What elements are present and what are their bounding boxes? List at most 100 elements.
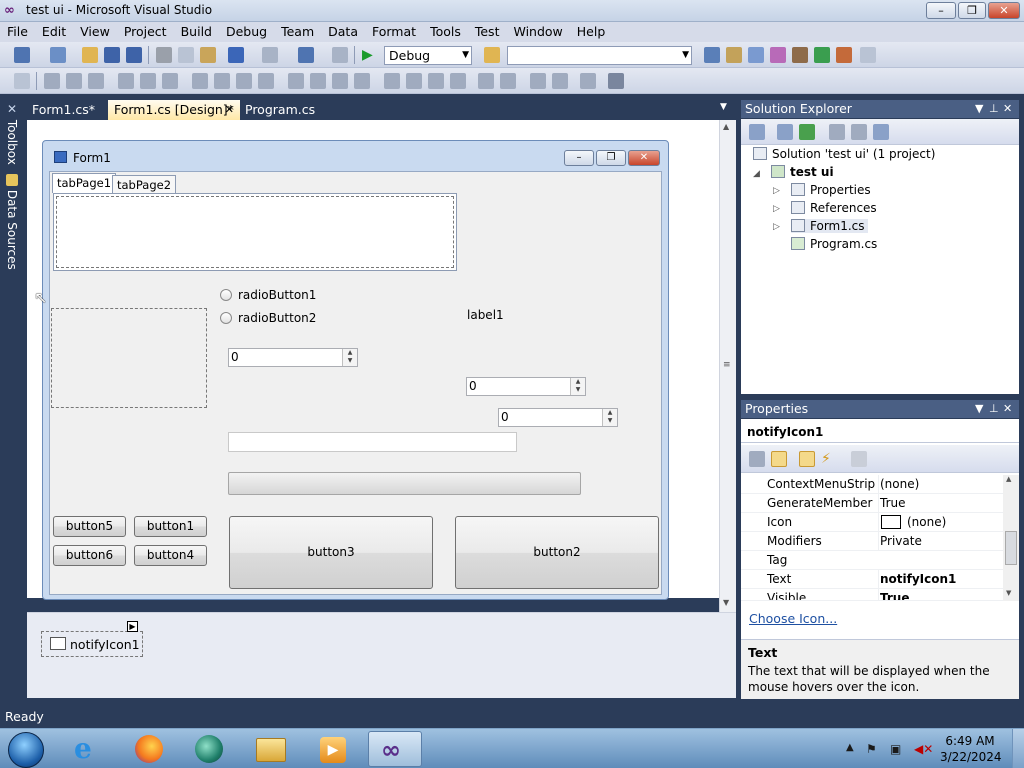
increase-vertical-spacing-icon[interactable] <box>406 73 422 89</box>
alphabetical-icon[interactable] <box>771 451 787 467</box>
find-in-files-icon[interactable] <box>484 47 500 63</box>
tree-collapsed-arrow-icon[interactable]: ▷ <box>773 204 780 214</box>
save-all-icon[interactable] <box>126 47 142 63</box>
visual-studio-taskbar[interactable]: ∞ <box>368 731 422 767</box>
tree-form1-cs[interactable]: Form1.cs <box>791 219 868 233</box>
align-centers-icon[interactable] <box>66 73 82 89</box>
make-same-width-icon[interactable] <box>192 73 208 89</box>
save-icon[interactable] <box>104 47 120 63</box>
tree-properties[interactable]: Properties <box>791 183 871 197</box>
make-same-height-icon[interactable] <box>236 73 252 89</box>
panel-close-icon[interactable]: ✕ <box>1003 400 1012 418</box>
network-icon[interactable]: ▣ <box>890 742 901 756</box>
find-combo[interactable]: ▼ <box>507 46 692 65</box>
lock-controls-icon[interactable] <box>608 73 624 89</box>
tab-close-icon[interactable]: ✕ <box>225 100 234 120</box>
center-horizontally-icon[interactable] <box>478 73 494 89</box>
open-file-icon[interactable] <box>82 47 98 63</box>
events-lightning-icon[interactable]: ⚡ <box>821 451 837 467</box>
tab-page-1[interactable]: tabPage1 <box>52 173 117 193</box>
app-taskbar[interactable] <box>182 731 236 767</box>
notify-icon-component[interactable]: notifyIcon1 <box>41 631 143 657</box>
panel-dropdown-icon[interactable]: ▼ <box>975 100 983 118</box>
button-6[interactable]: button6 <box>53 545 126 566</box>
tab-page-body[interactable] <box>53 193 457 271</box>
panel-dropdown-icon[interactable]: ▼ <box>975 400 983 418</box>
minimize-button[interactable]: – <box>926 2 956 19</box>
align-to-grid-icon[interactable] <box>14 73 30 89</box>
bring-to-front-icon[interactable] <box>530 73 546 89</box>
align-bottoms-icon[interactable] <box>162 73 178 89</box>
button-1[interactable]: button1 <box>134 516 207 537</box>
numeric-up-down-1[interactable]: 0 ▲ ▼ <box>228 348 358 367</box>
tab-program-cs[interactable]: Program.cs <box>239 100 321 120</box>
media-player-taskbar[interactable]: ▶ <box>306 731 360 767</box>
spin-arrows-icon[interactable]: ▲ ▼ <box>570 378 585 395</box>
tab-order-icon[interactable] <box>580 73 596 89</box>
properties-view-icon[interactable] <box>799 451 815 467</box>
view-code-icon[interactable] <box>829 124 845 140</box>
show-desktop-button[interactable] <box>1012 729 1024 768</box>
radio-button-1[interactable]: radioButton1 <box>220 288 316 302</box>
menu-tools[interactable]: Tools <box>423 22 468 42</box>
scroll-down-icon[interactable]: ▼ <box>723 598 729 607</box>
designer-vertical-scrollbar[interactable]: ▲ ≡ ▼ <box>719 120 736 612</box>
volume-muted-icon[interactable]: ◀✕ <box>914 742 933 756</box>
numeric-up-down-3[interactable]: 0 ▲ ▼ <box>498 408 618 427</box>
scroll-up-icon[interactable]: ▲ <box>723 122 729 131</box>
spin-arrows-icon[interactable]: ▲ ▼ <box>602 409 617 426</box>
property-pages-icon[interactable] <box>851 451 867 467</box>
menu-team[interactable]: Team <box>274 22 321 42</box>
pin-icon[interactable]: ⊥ <box>989 400 999 418</box>
class-diagram-icon[interactable] <box>873 124 889 140</box>
text-box-1[interactable] <box>228 432 517 452</box>
menu-file[interactable]: File <box>0 22 35 42</box>
command-window-icon[interactable] <box>836 47 852 63</box>
tree-project[interactable]: test ui <box>771 165 834 179</box>
property-row[interactable]: Icon (none) <box>741 513 1003 532</box>
start-page-icon[interactable] <box>814 47 830 63</box>
categorized-icon[interactable] <box>749 451 765 467</box>
navigate-backward-icon[interactable] <box>298 47 314 63</box>
properties-window-icon[interactable] <box>726 47 742 63</box>
tab-form1-design[interactable]: Form1.cs [Design]* ✕ <box>108 100 240 120</box>
align-rights-icon[interactable] <box>88 73 104 89</box>
panel-close-icon[interactable]: ✕ <box>1003 100 1012 118</box>
tree-collapsed-arrow-icon[interactable]: ▷ <box>773 222 780 232</box>
solution-explorer-icon[interactable] <box>704 47 720 63</box>
smart-tag-arrow-icon[interactable]: ▶ <box>127 621 138 632</box>
action-center-flag-icon[interactable]: ⚑ <box>866 742 877 756</box>
size-to-grid-icon[interactable] <box>214 73 230 89</box>
data-sources-tab[interactable]: Data Sources <box>1 174 19 270</box>
form-maximize-button[interactable]: ❐ <box>596 150 626 166</box>
add-item-icon[interactable] <box>50 47 66 63</box>
undo-icon[interactable] <box>228 47 244 63</box>
tree-references[interactable]: References <box>791 201 877 215</box>
output-window-icon[interactable] <box>860 47 876 63</box>
menu-help[interactable]: Help <box>570 22 613 42</box>
cut-icon[interactable] <box>156 47 172 63</box>
tab-form1-cs[interactable]: Form1.cs* <box>26 100 101 120</box>
tab-page-2[interactable]: tabPage2 <box>112 175 177 193</box>
menu-test[interactable]: Test <box>468 22 507 42</box>
internet-explorer-taskbar[interactable]: e <box>62 731 116 767</box>
taskbar-clock[interactable]: 6:49 AM 3/22/2024 <box>940 733 1002 765</box>
menu-build[interactable]: Build <box>174 22 219 42</box>
make-same-size-icon[interactable] <box>258 73 274 89</box>
solution-configuration-combo[interactable]: Debug ▼ <box>384 46 472 65</box>
menu-data[interactable]: Data <box>321 22 365 42</box>
vertical-spacing-icon[interactable] <box>384 73 400 89</box>
object-selector[interactable]: notifyIcon1 System.Windows.Forms.NotifyI… <box>741 421 1019 461</box>
form-close-button[interactable]: ✕ <box>628 150 660 166</box>
menu-view[interactable]: View <box>73 22 117 42</box>
property-row[interactable]: Tag <box>741 551 1003 570</box>
form-minimize-button[interactable]: – <box>564 150 594 166</box>
increase-horizontal-spacing-icon[interactable] <box>310 73 326 89</box>
spin-arrows-icon[interactable]: ▲ ▼ <box>342 349 357 366</box>
active-files-dropdown-icon[interactable]: ▼ <box>720 102 727 112</box>
pin-icon[interactable]: ⊥ <box>989 100 999 118</box>
button-2[interactable]: button2 <box>455 516 659 589</box>
choose-icon-link[interactable]: Choose Icon... <box>749 611 837 626</box>
form1-window[interactable]: Form1 – ❐ ✕ tabPage1 tabPage2 radioButto… <box>42 140 669 600</box>
firefox-taskbar[interactable] <box>122 731 176 767</box>
